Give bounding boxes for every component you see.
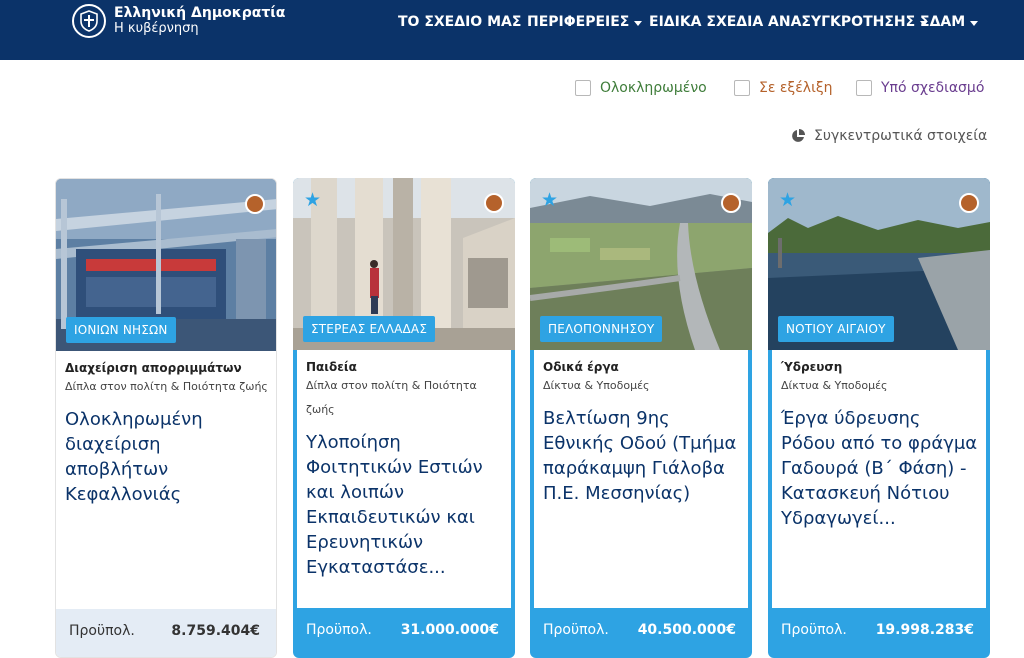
budget-label: Προϋπολ. <box>781 622 847 638</box>
chevron-down-icon <box>634 20 643 26</box>
project-photo: ★ ΣΤΕΡΕΑΣ ΕΛΛΑΔΑΣ <box>293 178 515 350</box>
gov-logo[interactable]: Ελληνική Δημοκρατία Η κυβέρνηση <box>72 4 285 38</box>
star-icon[interactable]: ★ <box>541 191 558 210</box>
status-in-progress-icon <box>959 193 979 213</box>
card-category: Διαχείριση απορριμμάτων <box>65 361 242 375</box>
card-subcategory: Δίπλα στον πολίτη & Ποιότητα ζωής <box>65 380 268 393</box>
card-body: Παιδεία Δίπλα στον πολίτη & Ποιότητα ζωή… <box>297 350 511 608</box>
nav-sdam[interactable]: ΣΔΑΜ <box>920 14 979 30</box>
nav-special-reconstruction-plans[interactable]: ΕΙΔΙΚΑ ΣΧΕΔΙΑ ΑΝΑΣΥΓΚΡΟΤΗΣΗΣ <box>649 14 929 30</box>
card-subcategory: Δίκτυα & Υποδομές <box>543 379 650 392</box>
project-card[interactable]: ★ ΝΟΤΙΟΥ ΑΙΓΑΙΟΥ Ύδρευση Δίκτυα & Υποδομ… <box>768 178 990 658</box>
budget-amount: 31.000.000€ <box>400 622 499 638</box>
star-icon[interactable]: ★ <box>304 191 321 210</box>
card-body: Διαχείριση απορριμμάτων Δίπλα στον πολίτ… <box>56 351 276 609</box>
filter-label: Σε εξέλιξη <box>759 80 833 96</box>
project-card[interactable]: ★ ΠΕΛΟΠΟΝΝΗΣΟΥ Οδικά έργα Δίκτυα & Υποδο… <box>530 178 752 658</box>
summary-label: Συγκεντρωτικά στοιχεία <box>814 128 988 144</box>
filter-label: Ολοκληρωμένο <box>600 80 707 96</box>
card-subcategory: Δίκτυα & Υποδομές <box>781 379 888 392</box>
card-title[interactable]: Ολοκληρωμένη διαχείριση αποβλήτων Κεφαλλ… <box>65 407 268 507</box>
card-subcategory: Δίπλα στον πολίτη & Ποιότητα ζωής <box>306 379 477 416</box>
summary-link[interactable]: Συγκεντρωτικά στοιχεία <box>790 128 987 144</box>
filter-checkbox[interactable] <box>734 80 750 96</box>
card-title[interactable]: Έργα ύδρευσης Ρόδου από το φράγμα Γαδουρ… <box>781 406 978 531</box>
card-budget: Προϋπολ. 31.000.000€ <box>293 608 515 658</box>
project-photo: ★ ΝΟΤΙΟΥ ΑΙΓΑΙΟΥ <box>768 178 990 350</box>
filter-checkbox[interactable] <box>856 80 872 96</box>
filter-checkbox[interactable] <box>575 80 591 96</box>
nav-label: ΤΟ ΣΧΕΔΙΟ ΜΑΣ <box>398 14 522 30</box>
budget-label: Προϋπολ. <box>543 622 609 638</box>
nav-label: ΣΔΑΜ <box>920 14 966 30</box>
card-budget: Προϋπολ. 19.998.283€ <box>768 608 990 658</box>
project-card[interactable]: ΙΟΝΙΩΝ ΝΗΣΩΝ Διαχείριση απορριμμάτων Δίπ… <box>55 178 277 658</box>
chevron-down-icon <box>970 20 979 26</box>
logo-subtitle: Η κυβέρνηση <box>114 21 199 36</box>
card-title[interactable]: Βελτίωση 9ης Εθνικής Οδού (Τμήμα παράκαμ… <box>543 406 740 506</box>
budget-amount: 8.759.404€ <box>171 623 260 639</box>
card-budget: Προϋπολ. 40.500.000€ <box>530 608 752 658</box>
card-category: Παιδεία <box>306 360 357 374</box>
star-icon[interactable]: ★ <box>779 191 796 210</box>
status-in-progress-icon <box>484 193 504 213</box>
nav-regions[interactable]: ΠΕΡΙΦΕΡΕΙΕΣ <box>527 14 643 30</box>
region-badge: ΣΤΕΡΕΑΣ ΕΛΛΑΔΑΣ <box>303 316 436 342</box>
site-header: Ελληνική Δημοκρατία Η κυβέρνηση ΤΟ ΣΧΕΔΙ… <box>0 0 1024 60</box>
filter-in-progress[interactable]: Σε εξέλιξη <box>734 80 833 96</box>
filter-label: Υπό σχεδιασμό <box>881 80 985 96</box>
budget-label: Προϋπολ. <box>306 622 372 638</box>
nav-label: ΕΙΔΙΚΑ ΣΧΕΔΙΑ ΑΝΑΣΥΓΚΡΟΤΗΣΗΣ <box>649 14 916 30</box>
card-category: Ύδρευση <box>781 360 843 374</box>
logo-title: Ελληνική Δημοκρατία <box>114 5 286 21</box>
card-body: Ύδρευση Δίκτυα & Υποδομές Έργα ύδρευσης … <box>772 350 986 608</box>
nav-label: ΠΕΡΙΦΕΡΕΙΕΣ <box>527 14 630 30</box>
filter-completed[interactable]: Ολοκληρωμένο <box>575 80 707 96</box>
project-photo: ΙΟΝΙΩΝ ΝΗΣΩΝ <box>56 179 276 351</box>
card-body: Οδικά έργα Δίκτυα & Υποδομές Βελτίωση 9η… <box>534 350 748 608</box>
card-category: Οδικά έργα <box>543 360 619 374</box>
region-badge: ΙΟΝΙΩΝ ΝΗΣΩΝ <box>66 317 176 343</box>
status-in-progress-icon <box>721 193 741 213</box>
region-badge: ΠΕΛΟΠΟΝΝΗΣΟΥ <box>540 316 663 342</box>
project-photo: ★ ΠΕΛΟΠΟΝΝΗΣΟΥ <box>530 178 752 350</box>
budget-amount: 40.500.000€ <box>637 622 736 638</box>
project-card[interactable]: ★ ΣΤΕΡΕΑΣ ΕΛΛΑΔΑΣ Παιδεία Δίπλα στον πολ… <box>293 178 515 658</box>
card-budget: Προϋπολ. 8.759.404€ <box>56 609 276 657</box>
card-title[interactable]: Υλοποίηση Φοιτητικών Εστιών και λοιπών Ε… <box>306 430 503 580</box>
budget-amount: 19.998.283€ <box>875 622 974 638</box>
nav-our-plan[interactable]: ΤΟ ΣΧΕΔΙΟ ΜΑΣ <box>398 14 521 30</box>
budget-label: Προϋπολ. <box>69 623 135 639</box>
region-badge: ΝΟΤΙΟΥ ΑΙΓΑΙΟΥ <box>778 316 894 342</box>
filter-planned[interactable]: Υπό σχεδιασμό <box>856 80 984 96</box>
coat-of-arms-icon <box>72 4 106 38</box>
status-in-progress-icon <box>245 194 265 214</box>
pie-chart-icon <box>792 129 805 142</box>
